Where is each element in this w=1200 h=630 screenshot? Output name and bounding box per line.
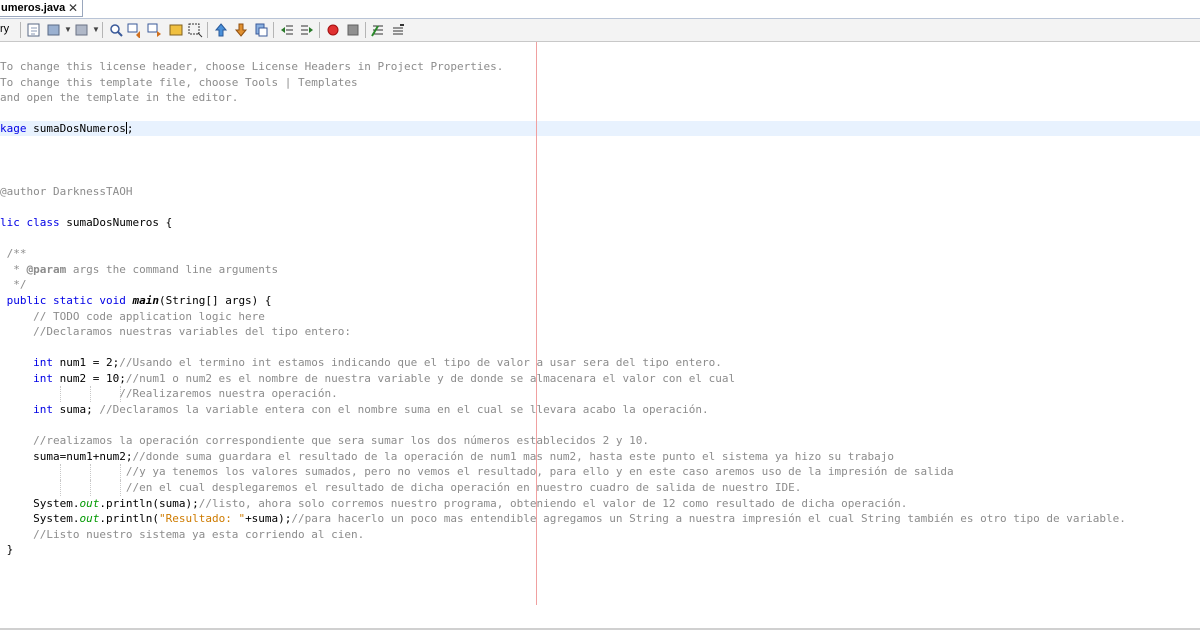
indent-guide	[60, 386, 61, 403]
tab-title: umeros.java	[1, 2, 66, 14]
code-line: * @param args the command line arguments	[0, 262, 279, 276]
code-line: //Listo nuestro sistema ya esta corriend…	[0, 527, 365, 541]
history-tab-label[interactable]: ry	[0, 23, 9, 35]
find-next-icon[interactable]	[147, 22, 163, 38]
editor-tab-bar: umeros.java ✕	[0, 0, 1200, 19]
indent-guide	[120, 480, 121, 496]
start-macro-icon[interactable]	[325, 22, 341, 38]
source-code[interactable]: To change this license header, choose Li…	[0, 59, 1126, 558]
close-icon[interactable]: ✕	[68, 0, 78, 17]
editor-tab-file[interactable]: umeros.java ✕	[0, 0, 83, 17]
toggle-highlight-icon[interactable]	[168, 22, 184, 38]
indent-guide	[90, 480, 91, 496]
code-line: //Declaramos nuestras variables del tipo…	[0, 325, 351, 339]
indent-guide	[60, 464, 61, 481]
code-line: //en el cual desplegaremos el resultado …	[0, 480, 802, 496]
code-line: //realizamos la operación correspondient…	[0, 434, 650, 448]
code-line: To change this license header, choose Li…	[0, 60, 504, 73]
toolbar-separator	[365, 22, 366, 38]
next-bookmark-icon[interactable]	[233, 22, 249, 38]
indent-guide	[120, 386, 121, 403]
toolbar-separator	[319, 22, 320, 38]
back-icon[interactable]	[74, 22, 90, 38]
toggle-icon[interactable]	[46, 22, 62, 38]
code-line: int num1 = 2;//Usando el termino int est…	[0, 356, 722, 370]
code-line: To change this template file, choose Too…	[0, 75, 358, 89]
indent-guide	[60, 480, 61, 496]
indent-guide	[120, 464, 121, 481]
toolbar-separator	[102, 22, 103, 38]
toggle-rect-select-icon[interactable]	[187, 22, 203, 38]
find-previous-icon[interactable]	[127, 22, 143, 38]
code-line: and open the template in the editor.	[0, 91, 239, 105]
indent-guide	[90, 386, 91, 403]
code-line: //Realizaremos nuestra operación.	[0, 386, 338, 403]
code-line: suma=num1+num2;//donde suma guardara el …	[0, 449, 895, 463]
previous-bookmark-icon[interactable]	[213, 22, 229, 38]
code-line: int num2 = 10;//num1 o num2 es el nombre…	[0, 371, 736, 385]
toolbar-separator	[207, 22, 208, 38]
comment-icon[interactable]	[370, 22, 386, 38]
code-line-class: lic class sumaDosNumeros {	[0, 215, 173, 229]
code-line: System.out.println(suma);//listo, ahora …	[0, 496, 908, 510]
code-line: @author DarknessTAOH	[0, 184, 133, 198]
code-line: //y ya tenemos los valores sumados, pero…	[0, 464, 954, 481]
code-line-main: public static void main(String[] args) {	[0, 293, 272, 307]
toolbar-separator	[273, 22, 274, 38]
chevron-down-icon[interactable]: ▼	[92, 25, 100, 34]
source-icon[interactable]	[26, 22, 42, 38]
editor-toolbar: ry ▼ ▼	[0, 19, 1200, 42]
toggle-bookmark-icon[interactable]	[253, 22, 269, 38]
code-line: System.out.println("Resultado: "+suma);/…	[0, 512, 1126, 526]
toolbar-separator	[20, 22, 21, 38]
code-line: }	[0, 543, 14, 557]
indent-guide	[90, 464, 91, 481]
code-line-package: kage sumaDosNumeros;	[0, 122, 134, 136]
shift-right-icon[interactable]	[299, 22, 315, 38]
code-editor[interactable]: To change this license header, choose Li…	[0, 42, 1200, 628]
code-line: */	[0, 278, 27, 292]
code-line: /**	[0, 247, 27, 261]
code-line: int suma; //Declaramos la variable enter…	[0, 403, 709, 417]
code-line: // TODO code application logic here	[0, 309, 265, 323]
shift-left-icon[interactable]	[279, 22, 295, 38]
chevron-down-icon[interactable]: ▼	[64, 25, 72, 34]
stop-macro-icon[interactable]	[345, 22, 361, 38]
uncomment-icon[interactable]	[390, 22, 406, 38]
find-icon[interactable]	[108, 22, 124, 38]
